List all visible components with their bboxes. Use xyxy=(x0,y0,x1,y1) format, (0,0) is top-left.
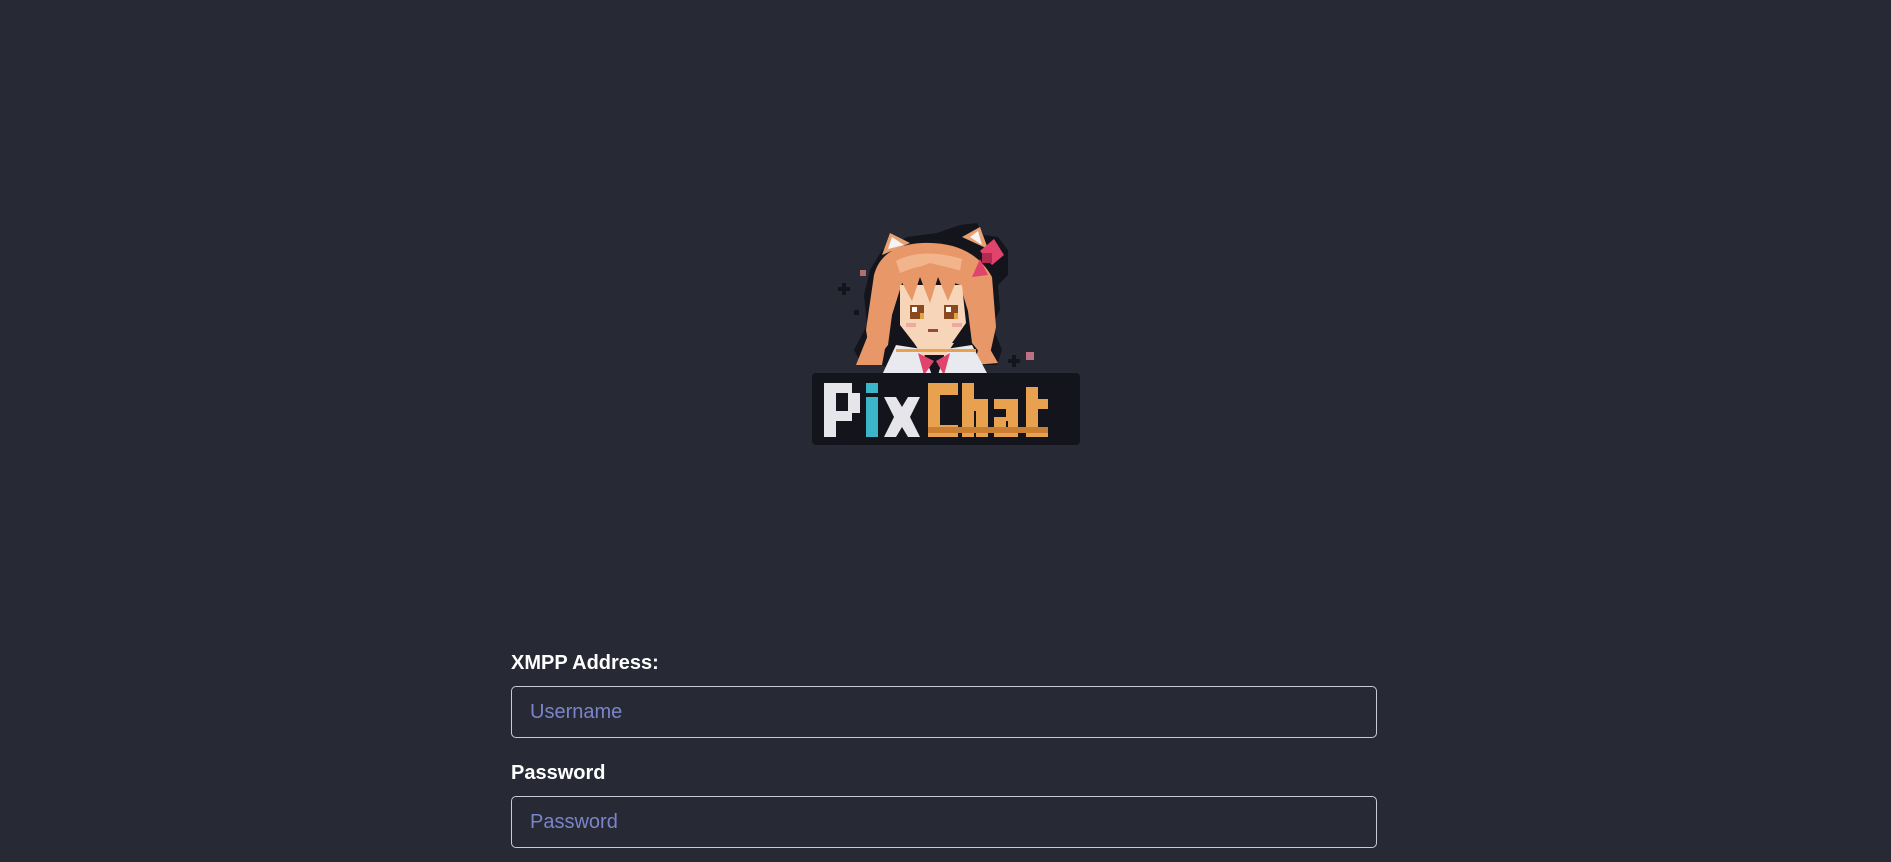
username-input[interactable] xyxy=(511,686,1377,738)
field-spacer xyxy=(511,738,1377,760)
pixel-anime-girl-mascot-icon xyxy=(812,223,1080,445)
login-page: XMPP Address: Password xyxy=(0,0,1891,862)
app-logo xyxy=(812,215,1080,455)
xmpp-address-label: XMPP Address: xyxy=(511,652,659,674)
password-input[interactable] xyxy=(511,796,1377,848)
login-form: XMPP Address: Password xyxy=(511,650,1377,848)
password-label: Password xyxy=(511,762,606,784)
